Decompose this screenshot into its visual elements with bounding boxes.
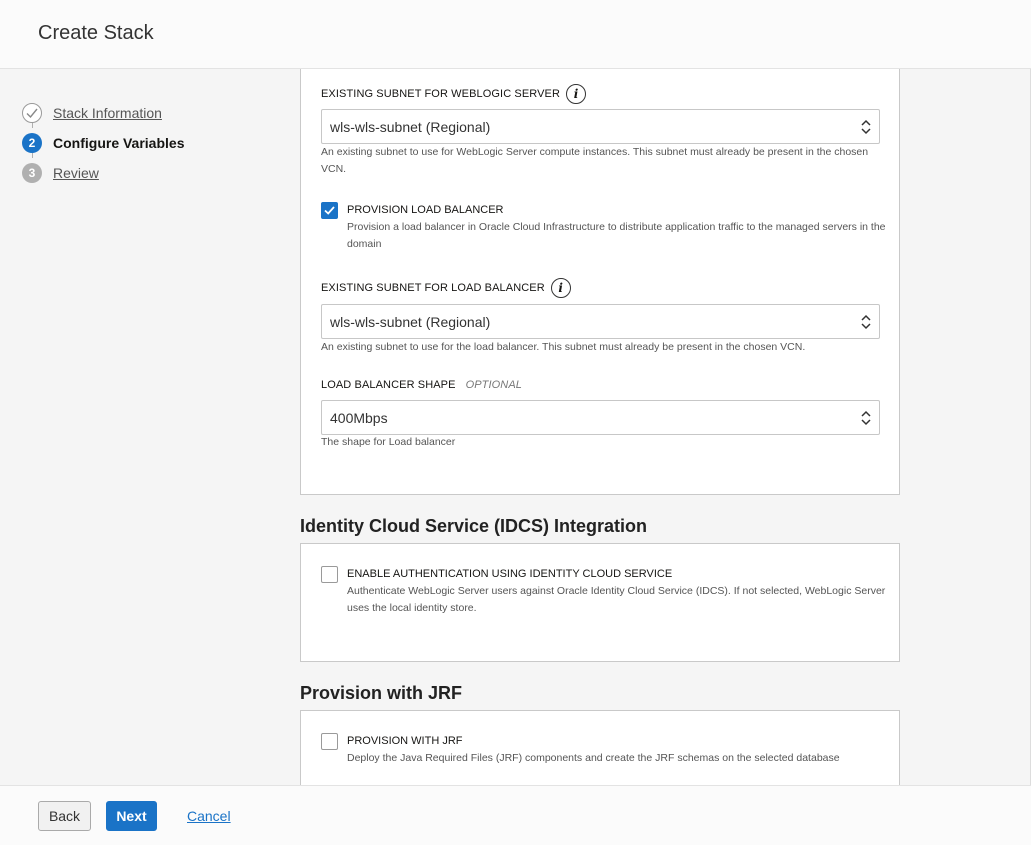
provision-lb-help: Provision a load balancer in Oracle Clou… (347, 221, 886, 250)
page-title: Create Stack (38, 22, 154, 44)
subnet-wls-value: wls-wls-subnet (Regional) (330, 118, 491, 135)
optional-tag: OPTIONAL (465, 379, 522, 391)
back-button[interactable]: Back (38, 801, 91, 831)
idcs-panel: ENABLE AUTHENTICATION USING IDENTITY CLO… (300, 543, 900, 662)
lb-shape-value: 400Mbps (330, 409, 388, 426)
step-number-badge: 3 (22, 163, 42, 183)
subnet-lb-help: An existing subnet to use for the load b… (321, 341, 806, 353)
provision-lb-label: PROVISION LOAD BALANCER (347, 204, 504, 216)
weblogic-network-panel: EXISTING SUBNET FOR WEBLOGIC SERVER i wl… (300, 69, 900, 495)
lb-shape-select[interactable]: 400Mbps (321, 400, 880, 435)
subnet-lb-select[interactable]: wls-wls-subnet (Regional) (321, 304, 880, 339)
select-arrows-icon (861, 314, 871, 330)
subnet-wls-label-text: EXISTING SUBNET FOR WEBLOGIC SERVER (321, 88, 561, 100)
enable-idcs-help: Authenticate WebLogic Server users again… (347, 585, 886, 614)
idcs-section-title: Identity Cloud Service (IDCS) Integratio… (300, 516, 648, 536)
wizard-steps: Stack Information 2 Configure Variables … (22, 98, 184, 188)
step-stack-information[interactable]: Stack Information (22, 98, 184, 128)
step-label[interactable]: Review (53, 165, 99, 181)
check-icon (22, 103, 42, 123)
subnet-lb-label-text: EXISTING SUBNET FOR LOAD BALANCER (321, 282, 545, 294)
enable-idcs-label: ENABLE AUTHENTICATION USING IDENTITY CLO… (347, 568, 673, 580)
provision-jrf-checkbox[interactable] (321, 733, 338, 750)
lb-shape-help: The shape for Load balancer (321, 436, 456, 448)
info-icon[interactable]: i (566, 84, 587, 104)
select-arrows-icon (861, 410, 871, 426)
step-number-badge: 2 (22, 133, 42, 153)
step-label: Configure Variables (53, 135, 185, 151)
lb-shape-label-text: LOAD BALANCER SHAPE (321, 379, 456, 391)
wizard-footer: Back Next Cancel (0, 785, 1031, 845)
jrf-panel: PROVISION WITH JRF Deploy the Java Requi… (300, 710, 900, 790)
subnet-wls-select[interactable]: wls-wls-subnet (Regional) (321, 109, 880, 144)
info-icon[interactable]: i (550, 278, 571, 298)
lb-shape-label: LOAD BALANCER SHAPE OPTIONAL (321, 379, 522, 391)
subnet-wls-label: EXISTING SUBNET FOR WEBLOGIC SERVER i (321, 84, 587, 104)
subnet-lb-value: wls-wls-subnet (Regional) (330, 313, 491, 330)
step-review[interactable]: 3 Review (22, 158, 184, 188)
check-icon (324, 206, 335, 215)
step-configure-variables: 2 Configure Variables (22, 128, 184, 158)
cancel-link[interactable]: Cancel (187, 801, 231, 831)
enable-idcs-checkbox[interactable] (321, 566, 338, 583)
step-label[interactable]: Stack Information (53, 105, 162, 121)
subnet-lb-label: EXISTING SUBNET FOR LOAD BALANCER i (321, 278, 571, 298)
subnet-wls-help: An existing subnet to use for WebLogic S… (321, 146, 869, 175)
provision-lb-checkbox[interactable] (321, 202, 338, 219)
next-button[interactable]: Next (106, 801, 157, 831)
provision-jrf-help: Deploy the Java Required Files (JRF) com… (347, 752, 840, 764)
select-arrows-icon (861, 119, 871, 135)
jrf-section-title: Provision with JRF (300, 683, 463, 703)
provision-jrf-label: PROVISION WITH JRF (347, 735, 463, 747)
page-header: Create Stack (0, 0, 1031, 69)
